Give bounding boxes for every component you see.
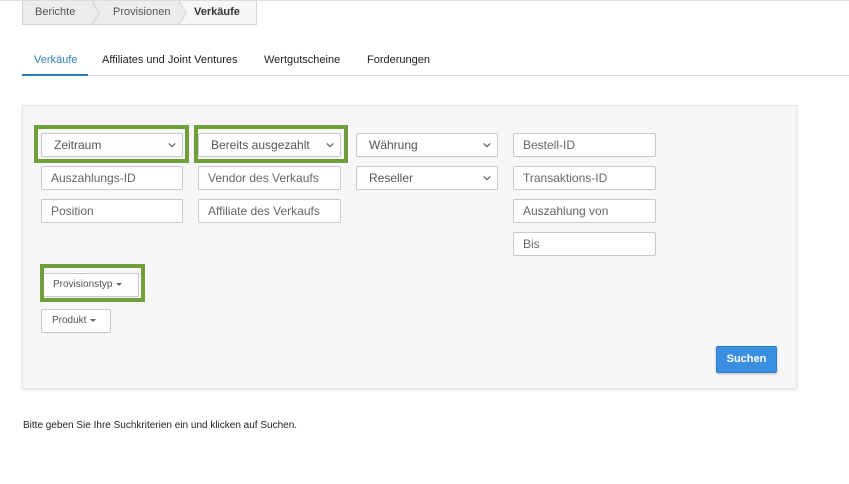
chevron-down-icon bbox=[483, 142, 491, 148]
breadcrumb-label: Berichte bbox=[35, 6, 76, 18]
highlight-bereits-ausgezahlt bbox=[194, 125, 348, 163]
breadcrumb-separator bbox=[178, 0, 187, 26]
hint-text: Bitte geben Sie Ihre Suchkriterien ein u… bbox=[23, 420, 298, 431]
highlight-zeitraum bbox=[34, 125, 189, 163]
vendor-input[interactable]: Vendor des Verkaufs bbox=[198, 166, 341, 190]
breadcrumb-item-berichte[interactable]: Berichte bbox=[22, 0, 100, 26]
tab-forderungen[interactable]: Forderungen bbox=[367, 46, 430, 76]
breadcrumb-separator bbox=[91, 0, 100, 26]
reseller-select[interactable]: Reseller bbox=[356, 166, 498, 190]
auszahlung-von-input[interactable]: Auszahlung von bbox=[513, 199, 656, 223]
affiliate-input[interactable]: Affiliate des Verkaufs bbox=[198, 199, 341, 223]
highlight-provisionstyp bbox=[40, 264, 145, 302]
produkt-label: Produkt bbox=[52, 315, 87, 326]
search-button[interactable]: Suchen bbox=[716, 346, 777, 373]
tab-wertgutscheine[interactable]: Wertgutscheine bbox=[264, 46, 340, 76]
bestell-id-input[interactable]: Bestell-ID bbox=[513, 133, 656, 157]
waehrung-label: Währung bbox=[369, 138, 418, 152]
breadcrumb-label: Verkäufe bbox=[194, 6, 240, 18]
reseller-label: Reseller bbox=[369, 171, 414, 185]
bis-input[interactable]: Bis bbox=[513, 232, 656, 256]
breadcrumb-item-provisionen[interactable]: Provisionen bbox=[92, 0, 187, 26]
tab-bar: Verkäufe Affiliates und Joint Ventures W… bbox=[22, 46, 849, 76]
produkt-dropdown[interactable]: Produkt bbox=[41, 309, 111, 333]
chevron-down-icon bbox=[483, 175, 491, 181]
tab-affiliates[interactable]: Affiliates und Joint Ventures bbox=[102, 46, 238, 76]
transaktions-id-input[interactable]: Transaktions-ID bbox=[513, 166, 656, 190]
auszahlungs-id-input[interactable]: Auszahlungs-ID bbox=[41, 166, 183, 190]
waehrung-select[interactable]: Währung bbox=[356, 133, 498, 157]
caret-down-icon bbox=[90, 318, 97, 322]
tab-verkaeufe[interactable]: Verkäufe bbox=[22, 46, 88, 76]
breadcrumb: Berichte Provisionen Verkäufe bbox=[22, 0, 257, 26]
breadcrumb-item-verkaeufe: Verkäufe bbox=[179, 1, 257, 25]
breadcrumb-label: Provisionen bbox=[113, 6, 171, 18]
position-input[interactable]: Position bbox=[41, 199, 183, 223]
